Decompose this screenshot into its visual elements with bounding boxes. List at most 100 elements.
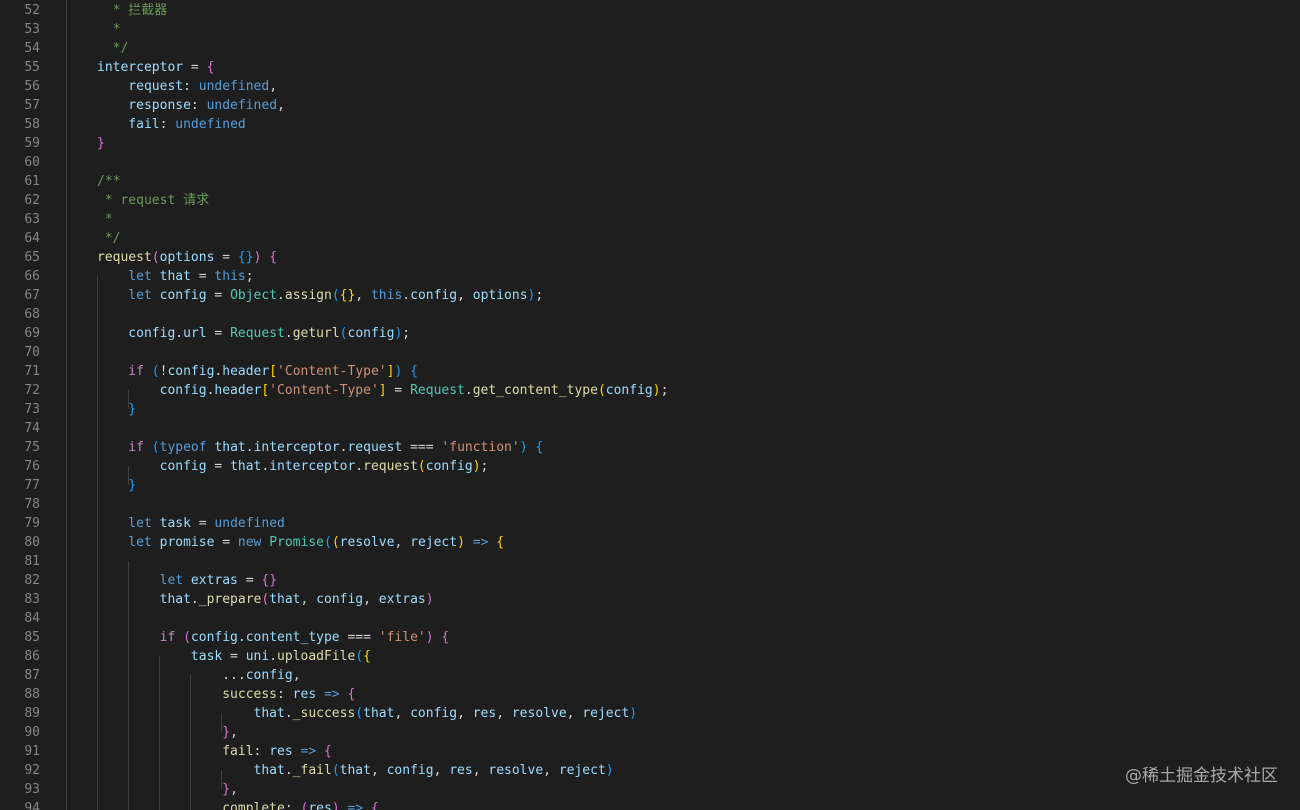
code-token: config [190, 630, 238, 645]
code-line[interactable]: 67 let config = Object.assign({}, this.c… [0, 286, 1300, 305]
line-number: 79 [24, 516, 40, 531]
code-line[interactable]: 85 if (config.content_type === 'file') { [0, 628, 1300, 647]
code-token: fail [97, 117, 160, 132]
code-line[interactable]: 56 request: undefined, [0, 77, 1300, 96]
code-line[interactable]: 62 * request 请求 [0, 191, 1300, 210]
code-line[interactable]: 75 if (typeof that.interceptor.request =… [0, 438, 1300, 457]
code-line[interactable]: 86 task = uni.uploadFile({ [0, 647, 1300, 666]
code-token: = [190, 516, 215, 531]
code-line[interactable]: 79 let task = undefined [0, 514, 1300, 533]
code-token: ; [535, 288, 544, 303]
code-token: . [175, 326, 184, 341]
code-token: extras [190, 573, 238, 588]
code-line[interactable]: 88 success: res => { [0, 685, 1300, 704]
code-token: res [292, 687, 317, 702]
code-token: undefined [175, 117, 246, 132]
code-line[interactable]: 76 config = that.interceptor.request(con… [0, 457, 1300, 476]
code-line[interactable]: 78 [0, 495, 1300, 514]
code-line[interactable]: 69 config.url = Request.geturl(config); [0, 324, 1300, 343]
code-token: {} [339, 288, 356, 303]
line-number: 70 [24, 345, 40, 360]
code-line[interactable]: 91 fail: res => { [0, 742, 1300, 761]
code-token: res [269, 744, 293, 759]
code-line[interactable]: 92 that._fail(that, config, res, resolve… [0, 761, 1300, 780]
code-token: = [237, 573, 262, 588]
code-editor[interactable]: 52 * 拦截器 53 * 54 */55 interceptor = {56 req… [0, 0, 1300, 810]
code-line[interactable]: 80 let promise = new Promise((resolve, r… [0, 533, 1300, 552]
code-token: ( [339, 326, 348, 341]
code-line[interactable]: 89 that._success(that, config, res, reso… [0, 704, 1300, 723]
code-token: res [472, 706, 497, 721]
line-number: 60 [24, 155, 40, 170]
code-token: , [394, 706, 411, 721]
code-token: assign [284, 288, 332, 303]
code-token: Object [230, 288, 278, 303]
line-number: 68 [24, 307, 40, 322]
code-token: 'file' [378, 630, 426, 645]
code-token: : [190, 98, 207, 113]
code-line[interactable]: 83 that._prepare(that, config, extras) [0, 590, 1300, 609]
code-line[interactable]: 94 complete: (res) => { [0, 799, 1300, 810]
code-text: response: undefined, [97, 96, 285, 115]
code-line[interactable]: 57 response: undefined, [0, 96, 1300, 115]
code-token: request [363, 459, 418, 474]
line-number: 63 [24, 212, 40, 227]
code-token: . [269, 649, 278, 664]
code-line[interactable]: 71 if (!config.header['Content-Type']) { [0, 362, 1300, 381]
code-line[interactable]: 72 config.header['Content-Type'] = Reque… [0, 381, 1300, 400]
code-text: * [97, 210, 113, 229]
code-token: let [97, 269, 160, 284]
code-line[interactable]: 64 */ [0, 229, 1300, 248]
code-token: config [410, 706, 458, 721]
code-line[interactable]: 68 [0, 305, 1300, 324]
code-line[interactable]: 59} [0, 134, 1300, 153]
code-line[interactable]: 53 * [0, 20, 1300, 39]
code-token: undefined [198, 79, 270, 94]
code-token: ) [652, 383, 661, 398]
code-token: * 拦截器 [97, 3, 168, 18]
code-token: = [222, 649, 246, 664]
code-line[interactable]: 82 let extras = {} [0, 571, 1300, 590]
code-token: reject [410, 535, 458, 550]
code-line[interactable]: 60 [0, 153, 1300, 172]
code-line[interactable]: 84 [0, 609, 1300, 628]
code-line[interactable]: 87 ...config, [0, 666, 1300, 685]
code-line[interactable]: 52 * 拦截器 [0, 1, 1300, 20]
code-text: if (typeof that.interceptor.request === … [97, 438, 543, 457]
code-line[interactable]: 54 */ [0, 39, 1300, 58]
code-text: */ [97, 39, 129, 58]
code-line[interactable]: 73 } [0, 400, 1300, 419]
code-line[interactable]: 74 [0, 419, 1300, 438]
code-token: this [370, 288, 403, 303]
code-token: that [97, 706, 285, 721]
code-text: } [97, 400, 136, 419]
code-token: ( [151, 440, 160, 455]
code-line[interactable]: 58 fail: undefined [0, 115, 1300, 134]
code-line[interactable]: 65 request(options = {}) { [0, 248, 1300, 267]
code-token: config [97, 459, 207, 474]
code-token: res [449, 763, 473, 778]
code-token: , [300, 592, 317, 607]
code-line[interactable]: 81 [0, 552, 1300, 571]
code-line[interactable]: 77 } [0, 476, 1300, 495]
code-token: resolve [339, 535, 395, 550]
code-token: */ [97, 41, 129, 56]
code-token: ; [480, 459, 489, 474]
code-token: ; [245, 269, 254, 284]
code-line[interactable]: 90 }, [0, 723, 1300, 742]
line-number: 93 [24, 782, 40, 797]
code-token: get_content_type [472, 383, 598, 398]
code-line[interactable]: 66 let that = this; [0, 267, 1300, 286]
code-line[interactable]: 93 }, [0, 780, 1300, 799]
code-token: . [245, 440, 254, 455]
code-line[interactable]: 61 /** [0, 172, 1300, 191]
code-line[interactable]: 63 * [0, 210, 1300, 229]
code-token: , [363, 592, 379, 607]
code-token: */ [97, 231, 121, 246]
code-token: extras [378, 592, 426, 607]
code-text: request(options = {}) { [97, 248, 277, 267]
code-token: } [97, 402, 137, 417]
code-token: . [284, 763, 293, 778]
code-line[interactable]: 55 interceptor = { [0, 58, 1300, 77]
code-line[interactable]: 70 [0, 343, 1300, 362]
